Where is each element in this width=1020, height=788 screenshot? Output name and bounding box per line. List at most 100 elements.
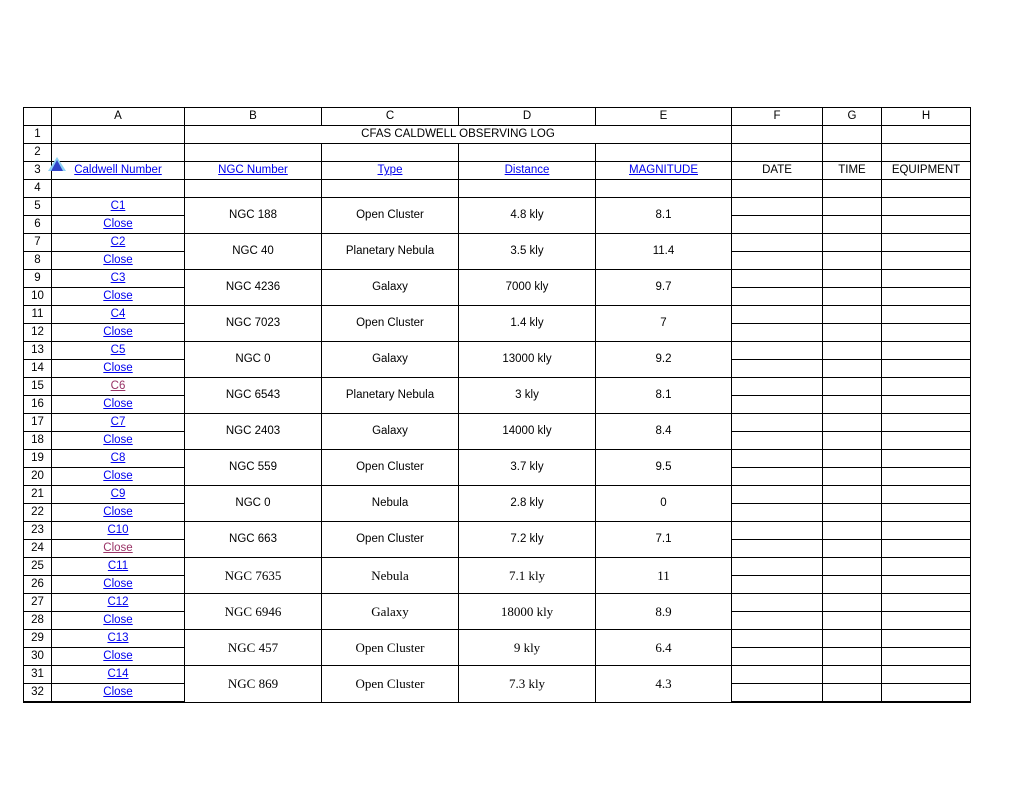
ngc-cell[interactable]: NGC 457 xyxy=(184,629,322,666)
magnitude-cell[interactable]: 9.7 xyxy=(595,269,732,306)
close-link[interactable]: Close xyxy=(103,470,132,482)
date-cell[interactable] xyxy=(731,287,823,306)
type-cell[interactable]: Galaxy xyxy=(321,269,459,306)
cell-a2[interactable] xyxy=(51,143,185,162)
row-number[interactable]: 16 xyxy=(23,395,52,414)
distance-cell[interactable]: 13000 kly xyxy=(458,341,596,378)
time-cell[interactable] xyxy=(822,269,882,288)
row-number[interactable]: 32 xyxy=(23,683,52,703)
row-number[interactable]: 8 xyxy=(23,251,52,270)
row-number[interactable]: 30 xyxy=(23,647,52,666)
table-row[interactable]: 21 C9 NGC 0 Nebula 2.8 kly 0 xyxy=(23,485,971,522)
cell-a4[interactable] xyxy=(51,179,185,198)
date-cell[interactable] xyxy=(731,593,823,612)
equipment-cell[interactable] xyxy=(881,341,971,360)
type-cell[interactable]: Open Cluster xyxy=(321,305,459,342)
header-type[interactable]: Type xyxy=(321,161,459,180)
equipment-cell[interactable] xyxy=(881,251,971,270)
magnitude-cell[interactable]: 7 xyxy=(595,305,732,342)
cell-a1[interactable] xyxy=(51,125,185,144)
time-cell[interactable] xyxy=(822,629,882,648)
equipment-cell[interactable] xyxy=(881,359,971,378)
caldwell-link-c8[interactable]: C8 xyxy=(111,452,126,464)
type-cell[interactable]: Planetary Nebula xyxy=(321,233,459,270)
type-cell[interactable]: Nebula xyxy=(321,485,459,522)
row-number[interactable]: 19 xyxy=(23,449,52,468)
type-cell[interactable]: Galaxy xyxy=(321,413,459,450)
close-link[interactable]: Close xyxy=(103,686,132,698)
magnitude-cell[interactable]: 11.4 xyxy=(595,233,732,270)
caldwell-id-cell[interactable]: C7 xyxy=(51,413,185,432)
magnitude-cell[interactable]: 7.1 xyxy=(595,521,732,558)
close-link-cell[interactable]: Close xyxy=(51,503,185,522)
cell-g4[interactable] xyxy=(822,179,882,198)
ngc-cell[interactable]: NGC 869 xyxy=(184,665,322,703)
distance-cell[interactable]: 4.8 kly xyxy=(458,197,596,234)
date-cell[interactable] xyxy=(731,539,823,558)
spreadsheet-grid[interactable]: A B C D E F G H 1 CFAS CALDWELL OBSERVING LOG 2 3 Ca… xyxy=(23,107,971,703)
equipment-cell[interactable] xyxy=(881,413,971,432)
caldwell-id-cell[interactable]: C14 xyxy=(51,665,185,684)
ngc-cell[interactable]: NGC 6946 xyxy=(184,593,322,630)
row-number[interactable]: 20 xyxy=(23,467,52,486)
caldwell-link-c12[interactable]: C12 xyxy=(107,596,128,608)
type-cell[interactable]: Open Cluster xyxy=(321,629,459,666)
row-number[interactable]: 5 xyxy=(23,197,52,216)
caldwell-link-c6[interactable]: C6 xyxy=(111,380,126,392)
close-link[interactable]: Close xyxy=(103,218,132,230)
caldwell-id-cell[interactable]: C12 xyxy=(51,593,185,612)
equipment-cell[interactable] xyxy=(881,395,971,414)
date-cell[interactable] xyxy=(731,197,823,216)
column-header-h[interactable]: H xyxy=(881,107,971,126)
ngc-cell[interactable]: NGC 7023 xyxy=(184,305,322,342)
date-cell[interactable] xyxy=(731,503,823,522)
ngc-cell[interactable]: NGC 663 xyxy=(184,521,322,558)
caldwell-id-cell[interactable]: C3 xyxy=(51,269,185,288)
magnitude-cell[interactable]: 6.4 xyxy=(595,629,732,666)
ngc-cell[interactable]: NGC 40 xyxy=(184,233,322,270)
date-cell[interactable] xyxy=(731,305,823,324)
date-cell[interactable] xyxy=(731,233,823,252)
caldwell-id-cell[interactable]: C10 xyxy=(51,521,185,540)
header-type-link[interactable]: Type xyxy=(378,164,403,176)
distance-cell[interactable]: 7000 kly xyxy=(458,269,596,306)
row-number[interactable]: 13 xyxy=(23,341,52,360)
caldwell-id-cell[interactable]: C8 xyxy=(51,449,185,468)
distance-cell[interactable]: 7.1 kly xyxy=(458,557,596,594)
type-cell[interactable]: Galaxy xyxy=(321,593,459,630)
type-cell[interactable]: Open Cluster xyxy=(321,521,459,558)
magnitude-cell[interactable]: 8.1 xyxy=(595,197,732,234)
header-magnitude[interactable]: MAGNITUDE xyxy=(595,161,732,180)
row-number[interactable]: 18 xyxy=(23,431,52,450)
cell-c4[interactable] xyxy=(321,179,459,198)
distance-cell[interactable]: 7.3 kly xyxy=(458,665,596,703)
close-link[interactable]: Close xyxy=(103,290,132,302)
caldwell-link-c13[interactable]: C13 xyxy=(107,632,128,644)
cell-d2[interactable] xyxy=(458,143,596,162)
row-number[interactable]: 15 xyxy=(23,377,52,396)
distance-cell[interactable]: 2.8 kly xyxy=(458,485,596,522)
caldwell-id-cell[interactable]: C5 xyxy=(51,341,185,360)
row-number[interactable]: 25 xyxy=(23,557,52,576)
table-row[interactable]: 15 C6 NGC 6543 Planetary Nebula 3 kly 8.1 xyxy=(23,377,971,414)
close-link-cell[interactable]: Close xyxy=(51,611,185,630)
table-row[interactable]: 17 C7 NGC 2403 Galaxy 14000 kly 8.4 xyxy=(23,413,971,450)
type-cell[interactable]: Planetary Nebula xyxy=(321,377,459,414)
type-cell[interactable]: Galaxy xyxy=(321,341,459,378)
time-cell[interactable] xyxy=(822,233,882,252)
magnitude-cell[interactable]: 4.3 xyxy=(595,665,732,703)
date-cell[interactable] xyxy=(731,575,823,594)
table-row[interactable]: 31 C14 NGC 869 Open Cluster 7.3 kly 4.3 xyxy=(23,665,971,703)
equipment-cell[interactable] xyxy=(881,197,971,216)
close-link[interactable]: Close xyxy=(103,434,132,446)
cell-e2[interactable] xyxy=(595,143,732,162)
column-header-a[interactable]: A xyxy=(51,107,185,126)
magnitude-cell[interactable]: 9.5 xyxy=(595,449,732,486)
date-cell[interactable] xyxy=(731,647,823,666)
column-header-d[interactable]: D xyxy=(458,107,596,126)
time-cell[interactable] xyxy=(822,323,882,342)
distance-cell[interactable]: 7.2 kly xyxy=(458,521,596,558)
time-cell[interactable] xyxy=(822,197,882,216)
equipment-cell[interactable] xyxy=(881,467,971,486)
equipment-cell[interactable] xyxy=(881,215,971,234)
